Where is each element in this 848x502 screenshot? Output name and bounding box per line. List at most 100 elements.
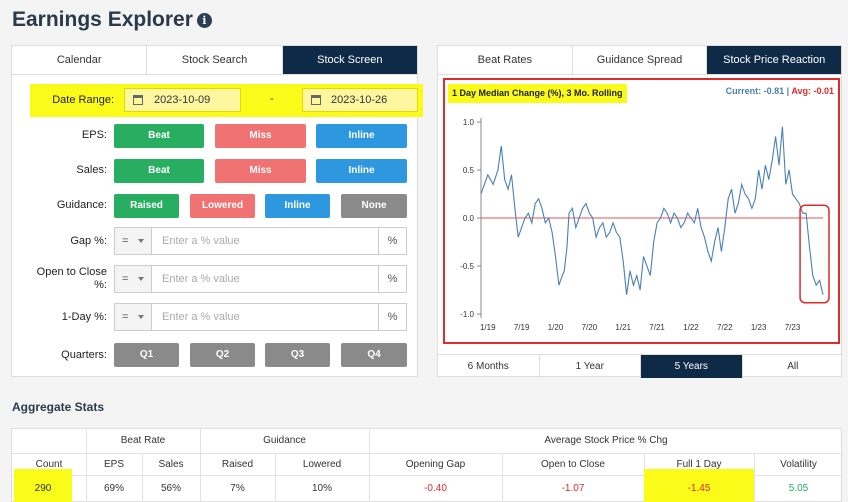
- percent-addon: %: [378, 304, 406, 330]
- range-all[interactable]: All: [743, 355, 844, 378]
- x-tick-label: 7/19: [514, 323, 530, 332]
- date-range-label: Date Range:: [52, 94, 114, 106]
- value-full-1-day: -1.45: [687, 483, 711, 494]
- value-open-to-close: -1.07: [561, 483, 585, 494]
- y-tick-label: 0.0: [463, 214, 475, 223]
- sales-beat-button[interactable]: Beat: [114, 159, 204, 183]
- recent-values-annotation: [799, 204, 830, 304]
- value-sales: 56%: [160, 483, 181, 494]
- col-header-sales: Sales: [158, 459, 184, 470]
- y-tick-label: -1.0: [460, 310, 474, 319]
- col-header-eps: EPS: [103, 459, 124, 470]
- guidance-raised-button[interactable]: Raised: [114, 194, 179, 218]
- one-day-row: 1-Day %: = Enter a % value %: [12, 303, 419, 331]
- series-line: [480, 126, 824, 295]
- range-6-months[interactable]: 6 Months: [438, 355, 540, 378]
- caret-down-icon: [138, 315, 144, 319]
- y-tick-label: 0.5: [463, 166, 475, 175]
- tab-calendar[interactable]: Calendar: [12, 46, 148, 74]
- calendar-icon: [133, 95, 143, 105]
- x-tick-label: 1/20: [548, 323, 564, 332]
- guidance-label: Guidance:: [56, 199, 107, 211]
- info-icon[interactable]: i: [196, 13, 212, 28]
- open-close-input[interactable]: Enter a % value: [162, 266, 240, 292]
- gap-input[interactable]: Enter a % value: [162, 228, 240, 254]
- eps-miss-button[interactable]: Miss: [215, 124, 306, 148]
- open-close-label-line1: Open to Close: [36, 266, 107, 278]
- aggregate-stats-title: Aggregate Stats: [12, 400, 105, 414]
- col-header-open-to-close: Open to Close: [541, 459, 605, 470]
- quarter-q1-button[interactable]: Q1: [114, 343, 179, 367]
- sales-inline-button[interactable]: Inline: [316, 159, 407, 183]
- page-title-text: Earnings Explorer: [12, 8, 193, 31]
- value-count: 290: [34, 483, 52, 494]
- tab-stock-screen[interactable]: Stock Screen: [282, 46, 417, 74]
- col-header-raised: Raised: [221, 459, 254, 470]
- one-day-input-group: = Enter a % value %: [114, 303, 407, 331]
- group-header-guidance: Guidance: [263, 435, 306, 446]
- range-1-year[interactable]: 1 Year: [540, 355, 641, 378]
- tab-guidance-spread[interactable]: Guidance Spread: [572, 46, 708, 74]
- operator-value: =: [122, 311, 129, 323]
- group-header-beat-rate: Beat Rate: [120, 435, 166, 446]
- page-title: Earnings Explorer i: [12, 8, 212, 32]
- percent-addon: %: [378, 266, 406, 292]
- value-eps: 69%: [103, 483, 124, 494]
- guidance-none-button[interactable]: None: [341, 194, 407, 218]
- range-5-years[interactable]: 5 Years: [641, 355, 743, 378]
- group-header-avg-change: Average Stock Price % Chg: [544, 435, 668, 446]
- right-tab-bar: Beat Rates Guidance Spread Stock Price R…: [438, 46, 842, 75]
- quarter-q4-button[interactable]: Q4: [341, 343, 407, 367]
- y-tick-label: 1.0: [463, 118, 475, 127]
- x-tick-label: 1/21: [615, 323, 631, 332]
- time-range-bar: 6 Months 1 Year 5 Years All: [438, 354, 843, 378]
- eps-inline-button[interactable]: Inline: [316, 124, 407, 148]
- col-header-volatility: Volatility: [780, 459, 817, 470]
- x-tick-label: 7/21: [649, 323, 665, 332]
- table-divider: [12, 453, 843, 454]
- eps-beat-button[interactable]: Beat: [114, 124, 204, 148]
- open-close-row: Open to Close%: = Enter a % value %: [12, 265, 419, 293]
- date-end-input[interactable]: 2023-10-26: [302, 88, 418, 112]
- gap-operator-select[interactable]: =: [115, 228, 152, 254]
- percent-addon: %: [378, 228, 406, 254]
- tab-stock-price-reaction[interactable]: Stock Price Reaction: [707, 46, 842, 74]
- x-tick-label: 7/20: [582, 323, 598, 332]
- aggregate-stats-table: Beat Rate Guidance Average Stock Price %…: [11, 428, 843, 502]
- date-range-highlight: Date Range: 2023-10-09 - 2023-10-26: [30, 84, 423, 117]
- col-header-opening-gap: Opening Gap: [405, 459, 466, 470]
- open-close-label-line2: %:: [94, 279, 107, 291]
- caret-down-icon: [138, 277, 144, 281]
- open-close-operator-select[interactable]: =: [115, 266, 152, 292]
- col-header-count: Count: [35, 459, 63, 470]
- guidance-row: Guidance: Raised Lowered Inline None: [12, 192, 419, 220]
- one-day-operator-select[interactable]: =: [115, 304, 152, 330]
- col-header-full-1-day: Full 1 Day: [676, 459, 722, 470]
- quarters-label: Quarters:: [61, 349, 107, 361]
- guidance-lowered-button[interactable]: Lowered: [190, 194, 255, 218]
- chart-panel: Beat Rates Guidance Spread Stock Price R…: [437, 45, 843, 378]
- quarter-q2-button[interactable]: Q2: [190, 343, 255, 367]
- quarter-q3-button[interactable]: Q3: [265, 343, 330, 367]
- tab-stock-search[interactable]: Stock Search: [147, 46, 283, 74]
- eps-row: EPS: Beat Miss Inline: [12, 122, 419, 150]
- operator-value: =: [122, 235, 129, 247]
- one-day-label: 1-Day %:: [61, 311, 107, 323]
- chart-container: 1 Day Median Change (%), 3 Mo. Rolling C…: [443, 78, 840, 344]
- open-close-label: Open to Close%:: [37, 266, 107, 292]
- x-tick-label: 1/22: [683, 323, 699, 332]
- value-raised: 7%: [230, 483, 245, 494]
- y-tick-label: -0.5: [460, 262, 474, 271]
- tab-beat-rates[interactable]: Beat Rates: [438, 46, 573, 74]
- guidance-inline-button[interactable]: Inline: [265, 194, 330, 218]
- x-tick-label: 1/23: [751, 323, 767, 332]
- left-tab-bar: Calendar Stock Search Stock Screen: [12, 46, 417, 75]
- date-start-value: 2023-10-09: [154, 94, 211, 106]
- x-tick-label: 7/23: [785, 323, 801, 332]
- date-start-input[interactable]: 2023-10-09: [124, 88, 241, 112]
- one-day-input[interactable]: Enter a % value: [162, 304, 240, 330]
- sales-miss-button[interactable]: Miss: [215, 159, 306, 183]
- gap-label: Gap %:: [70, 235, 107, 247]
- date-separator: -: [270, 93, 274, 105]
- x-tick-label: 1/19: [480, 323, 496, 332]
